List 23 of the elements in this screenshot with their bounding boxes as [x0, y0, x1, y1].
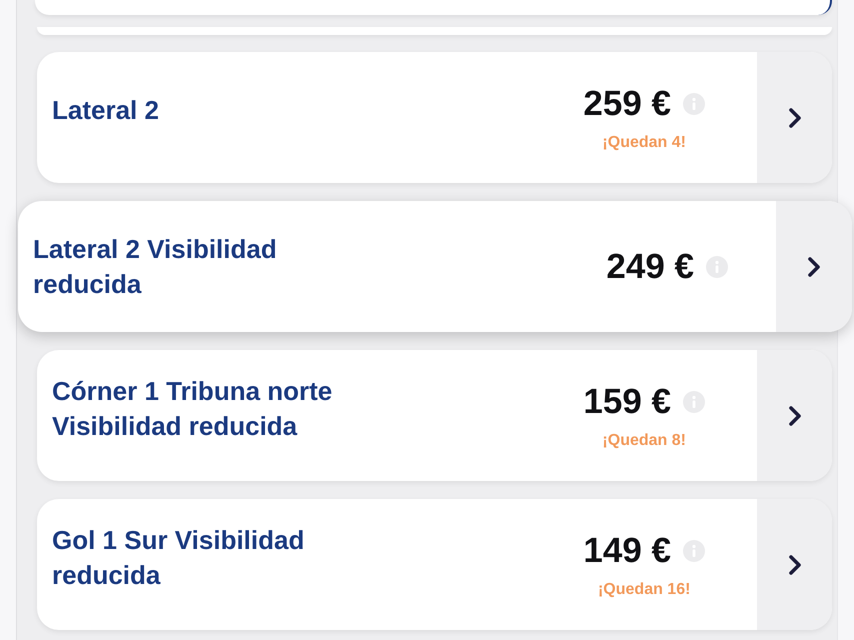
ticket-price: 249 €	[606, 246, 694, 288]
ticket-price: 159 €	[583, 380, 671, 422]
ticket-title: Lateral 2	[52, 94, 160, 127]
chevron-right-icon	[788, 554, 802, 576]
ticket-price: 149 €	[583, 530, 671, 572]
ticket-price: 259 €	[583, 82, 671, 124]
remaining-count: ¡Quedan 16!	[598, 580, 690, 600]
chevron-button[interactable]	[757, 350, 832, 481]
remaining-count: ¡Quedan 8!	[602, 430, 686, 450]
ticket-title: Córner 1 Tribuna norte Visibilidad reducida	[52, 374, 334, 442]
chevron-right-icon	[807, 256, 821, 278]
chevron-button[interactable]	[757, 499, 832, 630]
ticket-card[interactable]: Lateral 2 Visibilidad reducida 249 €	[18, 201, 852, 332]
chevron-button[interactable]	[776, 201, 852, 332]
chevron-right-icon	[788, 106, 802, 128]
chevron-button[interactable]	[757, 52, 832, 183]
chevron-right-icon	[788, 404, 802, 426]
ticket-card[interactable]: Lateral 2 259 € ¡Quedan 4!	[37, 52, 832, 183]
remaining-count: ¡Quedan 4!	[602, 132, 686, 152]
ticket-title: Gol 1 Sur Visibilidad reducida	[52, 524, 306, 592]
ticket-card[interactable]: Gol 1 Sur Visibilidad reducida 149 € ¡Quedan 16!	[37, 499, 832, 630]
ticket-card[interactable]: Córner 1 Tribuna norte Visibilidad reducida 159 € ¡Quedan 8!	[37, 350, 832, 481]
ticket-title: Lateral 2 Visibilidad reducida	[33, 232, 278, 300]
